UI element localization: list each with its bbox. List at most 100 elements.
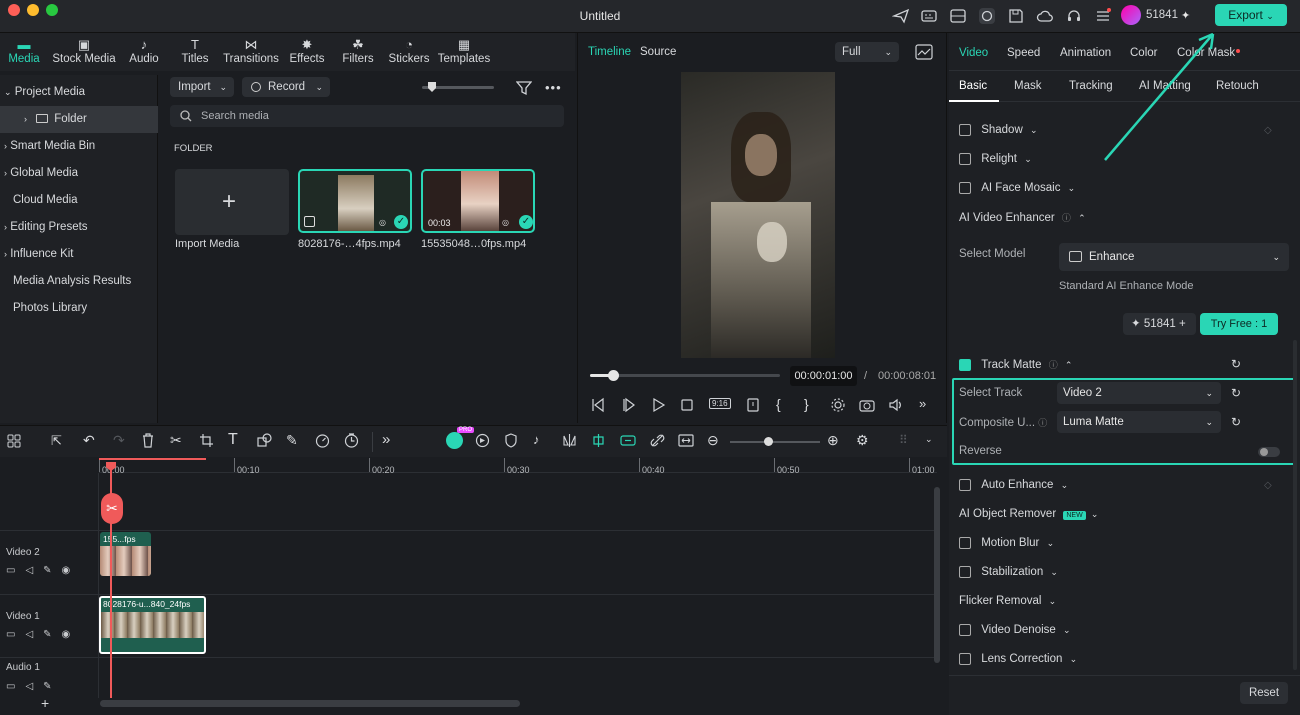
sidebar-item-smart-media-bin[interactable]: › Smart Media Bin xyxy=(0,133,158,160)
sidebar-item-folder[interactable]: › Folder xyxy=(0,106,158,133)
stabilization-row[interactable]: Stabilization ⌄ xyxy=(959,566,1058,578)
prev-frame-icon[interactable] xyxy=(590,397,606,413)
link-track-icon[interactable] xyxy=(620,433,636,448)
search-input[interactable]: Search media xyxy=(170,105,564,127)
tab-stock-media[interactable]: ▣ Stock Media xyxy=(52,33,116,71)
track-controls-video-2[interactable]: ▭◁✎◉ xyxy=(0,565,99,576)
undo-icon[interactable]: ↶ xyxy=(83,432,95,449)
flicker-removal-row[interactable]: Flicker Removal ⌄ xyxy=(959,595,1056,607)
lens-correction-row[interactable]: Lens Correction ⌄ xyxy=(959,653,1077,665)
video-denoise-checkbox[interactable] xyxy=(959,624,971,636)
reset-track-matte-icon[interactable]: ↻ xyxy=(1231,357,1241,371)
select-tool-icon[interactable]: ⇱ xyxy=(51,433,62,449)
video-denoise-row[interactable]: Video Denoise ⌄ xyxy=(959,624,1071,636)
relight-row[interactable]: Relight ⌄ xyxy=(959,153,1032,165)
track-controls-audio-1[interactable]: ▭◁✎ xyxy=(0,681,99,692)
sidebar-item-influence-kit[interactable]: › Influence Kit xyxy=(0,241,158,268)
unlink-icon[interactable] xyxy=(650,433,665,448)
play-icon[interactable] xyxy=(650,397,666,413)
support-icon[interactable] xyxy=(1065,7,1083,25)
speed-icon[interactable] xyxy=(315,433,330,448)
more-tools-icon[interactable]: » xyxy=(382,431,390,448)
text-tool-icon[interactable]: T xyxy=(228,431,238,449)
filter-icon[interactable] xyxy=(516,80,532,96)
motion-blur-checkbox[interactable] xyxy=(959,537,971,549)
thumb-size-slider[interactable] xyxy=(422,82,494,92)
model-dropdown[interactable]: Enhance ⌄ xyxy=(1059,243,1289,271)
sidebar-item-global-media[interactable]: › Global Media xyxy=(0,160,158,187)
shadow-checkbox[interactable] xyxy=(959,124,971,136)
fit-icon[interactable] xyxy=(678,433,694,448)
split-marker-icon[interactable]: ✂ xyxy=(101,493,123,524)
shadow-row[interactable]: Shadow ⌄ xyxy=(959,124,1038,136)
try-free-button[interactable]: Try Free : 1 xyxy=(1200,313,1278,335)
import-media-tile[interactable]: + xyxy=(175,169,289,235)
reverse-toggle[interactable] xyxy=(1258,447,1280,457)
subtab-mask[interactable]: Mask xyxy=(1014,80,1041,92)
split-icon[interactable]: ✂ xyxy=(170,432,182,449)
delete-icon[interactable] xyxy=(141,433,155,448)
more-controls-icon[interactable]: » xyxy=(919,397,926,411)
video-preview[interactable] xyxy=(681,72,835,358)
redo-icon[interactable]: ↷ xyxy=(113,432,125,449)
inspector-scrollbar[interactable] xyxy=(1293,340,1297,670)
waveform-icon[interactable] xyxy=(915,44,933,60)
ai-face-mosaic-row[interactable]: AI Face Mosaic ⌄ xyxy=(959,182,1075,194)
tab-video[interactable]: Video xyxy=(959,47,988,59)
timeline-h-scrollbar[interactable] xyxy=(100,700,520,707)
record-dropdown[interactable]: Record ⌄ xyxy=(242,77,330,97)
tab-effects[interactable]: ✸ Effects xyxy=(287,33,327,71)
clip-video-2[interactable]: 155...fps xyxy=(100,532,151,576)
export-button[interactable]: Export ⌄ xyxy=(1215,4,1287,26)
select-track-dropdown[interactable]: Video 2 ⌄ xyxy=(1057,382,1221,404)
ai-audio-icon[interactable] xyxy=(475,433,490,448)
more-options-icon[interactable]: ••• xyxy=(545,80,562,95)
timeline-settings-icon[interactable]: ⚙ xyxy=(856,432,869,449)
sidebar-item-editing-presets[interactable]: › Editing Presets xyxy=(0,214,158,241)
ai-robot-icon[interactable] xyxy=(446,432,463,449)
zoom-out-icon[interactable]: ⊖ xyxy=(707,432,719,449)
zoom-handle[interactable] xyxy=(764,437,773,446)
tab-timeline[interactable]: Timeline xyxy=(588,46,631,58)
quality-dropdown[interactable]: Full ⌄ xyxy=(835,42,899,62)
save-icon[interactable] xyxy=(1007,7,1025,25)
tab-speed[interactable]: Speed xyxy=(1007,47,1040,59)
media-thumb-2[interactable]: 00:03 ◎ ✓ xyxy=(421,169,535,233)
grid-view-icon[interactable]: ⠿ xyxy=(899,433,908,447)
track-matte-row[interactable]: Track Matte ⓘ ⌃ xyxy=(959,358,1072,371)
sidebar-item-media-analysis[interactable]: Media Analysis Results xyxy=(0,268,158,295)
zoom-in-icon[interactable]: ⊕ xyxy=(827,432,839,449)
cloud-upload-icon[interactable] xyxy=(1036,7,1054,25)
settings-icon[interactable] xyxy=(830,397,846,413)
tab-audio[interactable]: ♪ Audio xyxy=(129,33,159,71)
stop-icon[interactable] xyxy=(679,397,695,413)
volume-icon[interactable] xyxy=(888,397,904,413)
shape-icon[interactable] xyxy=(257,433,273,448)
auto-enhance-checkbox[interactable] xyxy=(959,479,971,491)
tab-templates[interactable]: ▦ Templates xyxy=(436,33,492,71)
keyframe-icon[interactable]: ◇ xyxy=(1264,125,1272,136)
tab-transitions[interactable]: ⋈ Transitions xyxy=(222,33,280,71)
track-controls-video-1[interactable]: ▭◁✎◉ xyxy=(0,629,99,640)
track-matte-checkbox[interactable] xyxy=(959,358,971,371)
collapse-icon[interactable]: ⌄ xyxy=(925,434,933,445)
ai-video-enhancer-header[interactable]: AI Video Enhancer ⓘ ⌃ xyxy=(959,211,1086,224)
keyframe-icon[interactable]: ◇ xyxy=(1264,480,1272,491)
reset-composite-icon[interactable]: ↻ xyxy=(1231,415,1241,429)
reset-select-track-icon[interactable]: ↻ xyxy=(1231,386,1241,400)
clip-video-1[interactable]: 8028176-u...840_24fps xyxy=(99,596,206,654)
send-icon[interactable] xyxy=(892,7,910,25)
beat-icon[interactable]: ♪ xyxy=(533,432,540,447)
playback-progress[interactable] xyxy=(590,370,780,381)
sidebar-item-project-media[interactable]: ⌄ Project Media xyxy=(0,79,158,106)
mirror-icon[interactable] xyxy=(562,433,577,448)
lens-correction-checkbox[interactable] xyxy=(959,653,971,665)
composite-dropdown[interactable]: Luma Matte ⌄ xyxy=(1057,411,1221,433)
import-dropdown[interactable]: Import ⌄ xyxy=(170,77,234,97)
motion-blur-row[interactable]: Motion Blur ⌄ xyxy=(959,537,1054,549)
crop-icon[interactable] xyxy=(199,433,214,448)
marker-icon[interactable] xyxy=(745,397,761,413)
ai-face-mosaic-checkbox[interactable] xyxy=(959,182,971,194)
timer-icon[interactable] xyxy=(344,433,359,448)
sidebar-item-photos-library[interactable]: Photos Library xyxy=(0,295,158,322)
